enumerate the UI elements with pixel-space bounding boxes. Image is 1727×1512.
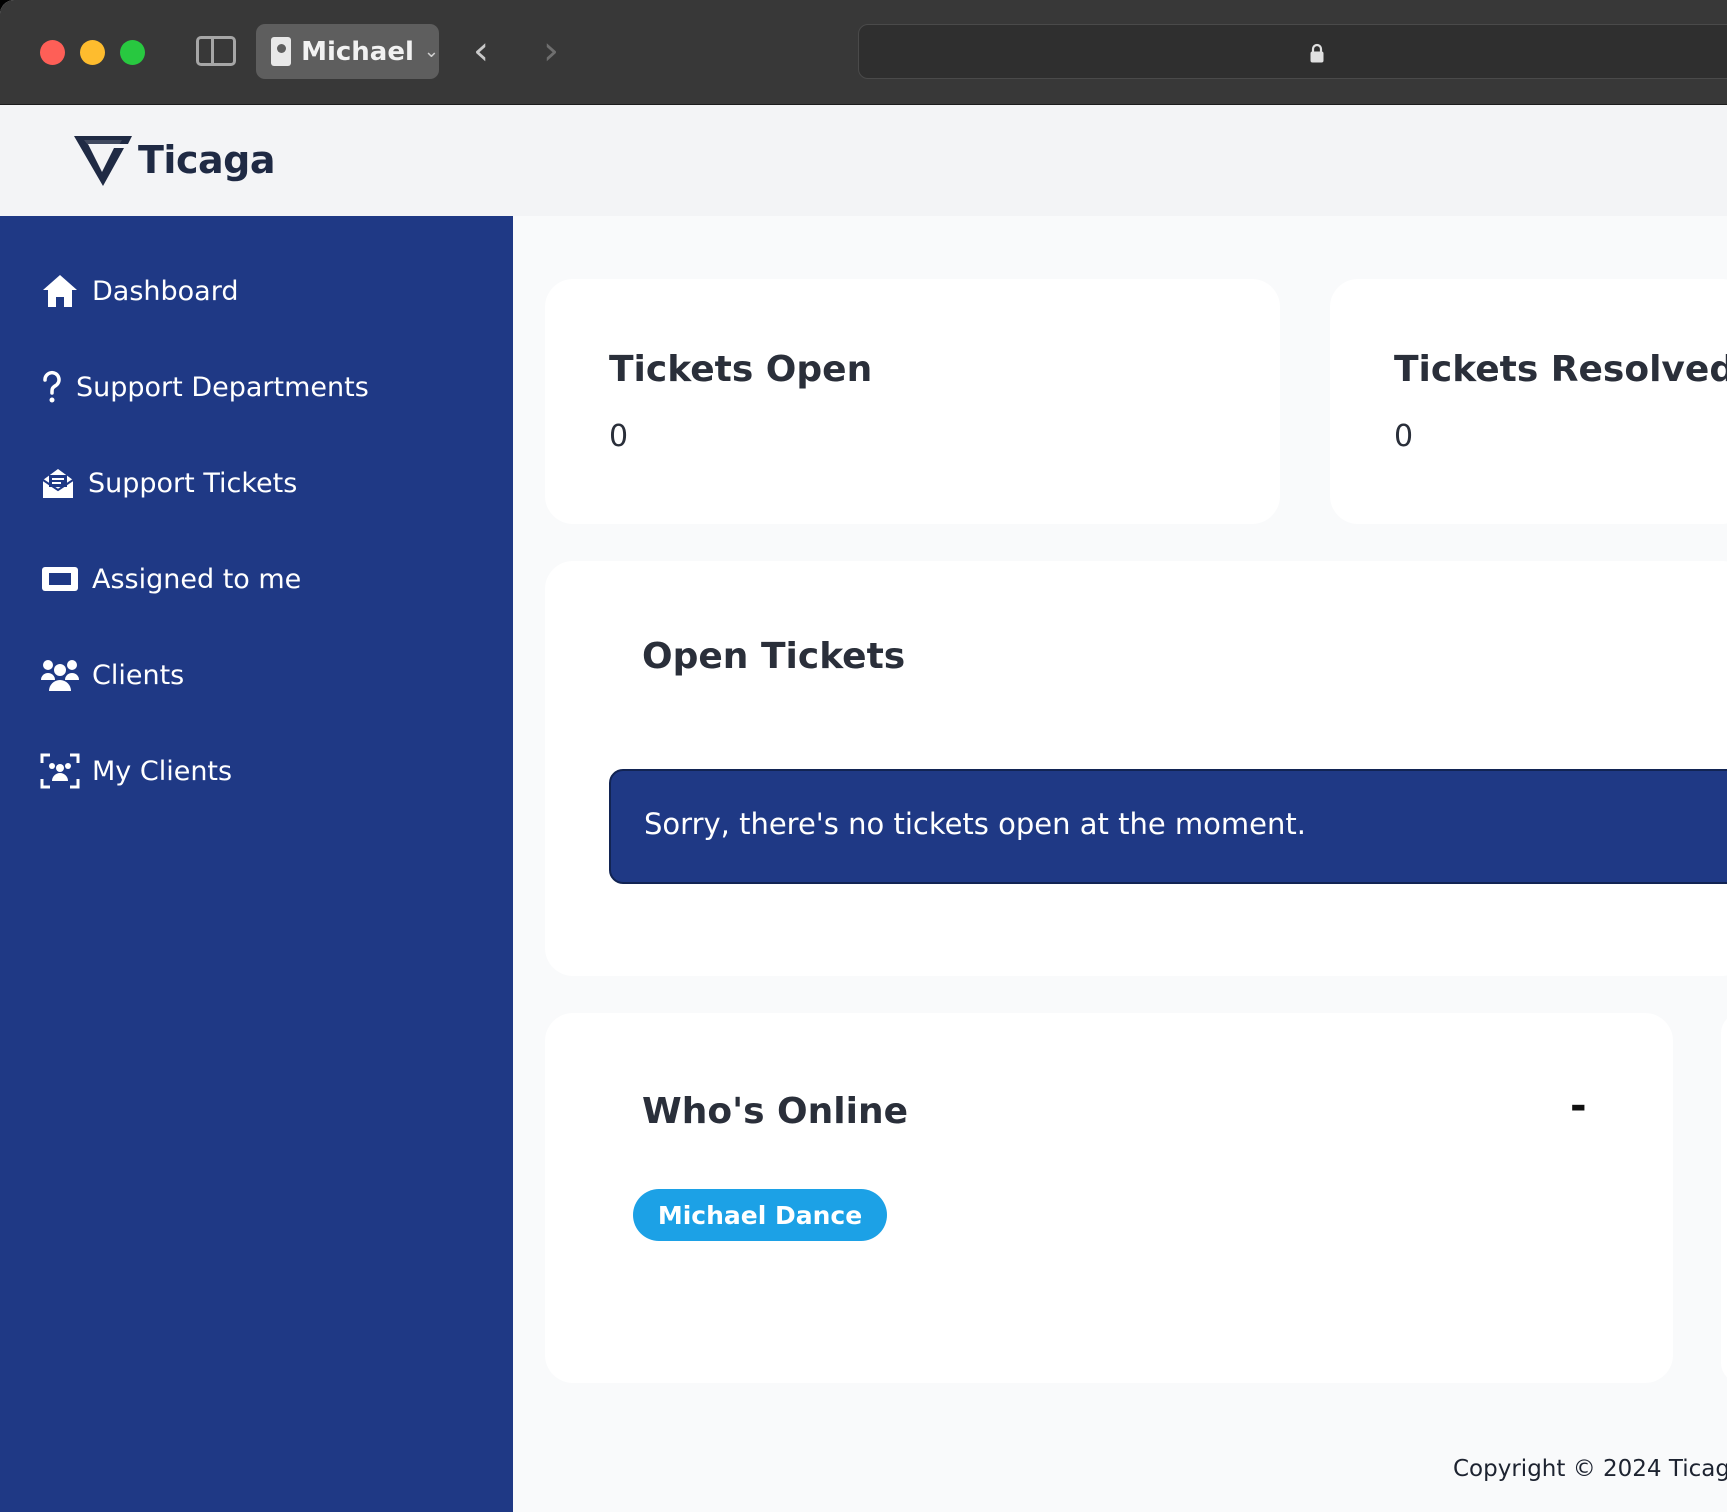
sidebar-item-support-departments[interactable]: Support Departments [40, 362, 369, 412]
side-card [1721, 1013, 1727, 1383]
question-icon [40, 367, 64, 407]
sidebar-item-label: Support Departments [76, 371, 369, 403]
home-icon [40, 271, 80, 311]
users-viewfinder-icon [40, 751, 80, 791]
chevron-down-icon: ⌄ [423, 41, 439, 62]
envelope-open-icon [40, 463, 76, 503]
browser-titlebar: Michael ⌄ ‹ › [0, 0, 1727, 105]
ticket-icon [40, 559, 80, 599]
sidebar-item-assigned-to-me[interactable]: Assigned to me [40, 554, 301, 604]
main-content: Tickets Open 0 Tickets Resolved 0 Open T… [513, 216, 1727, 1512]
footer-copyright: Copyright © 2024 Ticaga [1453, 1456, 1727, 1482]
sidebar-nav: Dashboard Support Departments Support Ti… [0, 216, 513, 1512]
no-tickets-alert: Sorry, there's no tickets open at the mo… [609, 769, 1727, 884]
collapse-button[interactable]: - [1570, 1083, 1587, 1129]
address-bar[interactable] [858, 24, 1727, 79]
sidebar-item-my-clients[interactable]: My Clients [40, 746, 232, 796]
profile-name: Michael [301, 36, 414, 67]
browser-profile-button[interactable]: Michael ⌄ [256, 24, 439, 79]
open-tickets-title: Open Tickets [642, 636, 906, 677]
minimize-window-button[interactable] [80, 40, 105, 65]
no-tickets-message: Sorry, there's no tickets open at the mo… [644, 807, 1306, 841]
stat-title: Tickets Open [609, 349, 873, 390]
sidebar-item-label: Support Tickets [88, 467, 298, 499]
logo-text: Ticaga [138, 138, 275, 182]
sidebar-item-clients[interactable]: Clients [40, 650, 184, 700]
forward-button[interactable]: › [543, 28, 559, 74]
stat-card-tickets-resolved: Tickets Resolved 0 [1330, 279, 1727, 524]
stat-value: 0 [609, 419, 629, 454]
sidebar-item-dashboard[interactable]: Dashboard [40, 266, 238, 316]
sidebar-item-label: Clients [92, 659, 185, 691]
online-user-badge[interactable]: Michael Dance [633, 1189, 887, 1241]
sidebar-item-label: Assigned to me [92, 563, 302, 595]
zoom-window-button[interactable] [120, 40, 145, 65]
sidebar-item-label: Dashboard [92, 275, 239, 307]
app-logo[interactable]: Ticaga [72, 132, 275, 188]
stat-card-tickets-open: Tickets Open 0 [545, 279, 1280, 524]
close-window-button[interactable] [40, 40, 65, 65]
stat-value: 0 [1394, 419, 1414, 454]
sidebar-toggle-icon[interactable] [196, 36, 236, 66]
sidebar-item-label: My Clients [92, 755, 233, 787]
back-button[interactable]: ‹ [473, 28, 489, 74]
profile-badge-icon [271, 37, 292, 66]
sidebar-item-support-tickets[interactable]: Support Tickets [40, 458, 297, 508]
stat-title: Tickets Resolved [1394, 349, 1727, 390]
lock-icon [1310, 43, 1324, 63]
ticaga-logo-icon [74, 136, 132, 186]
users-icon [40, 655, 80, 695]
whos-online-title: Who's Online [642, 1091, 909, 1132]
app-header: Ticaga [0, 106, 1727, 216]
browser-window: Michael ⌄ ‹ › Ticaga Dashboard Support D… [0, 0, 1727, 1512]
